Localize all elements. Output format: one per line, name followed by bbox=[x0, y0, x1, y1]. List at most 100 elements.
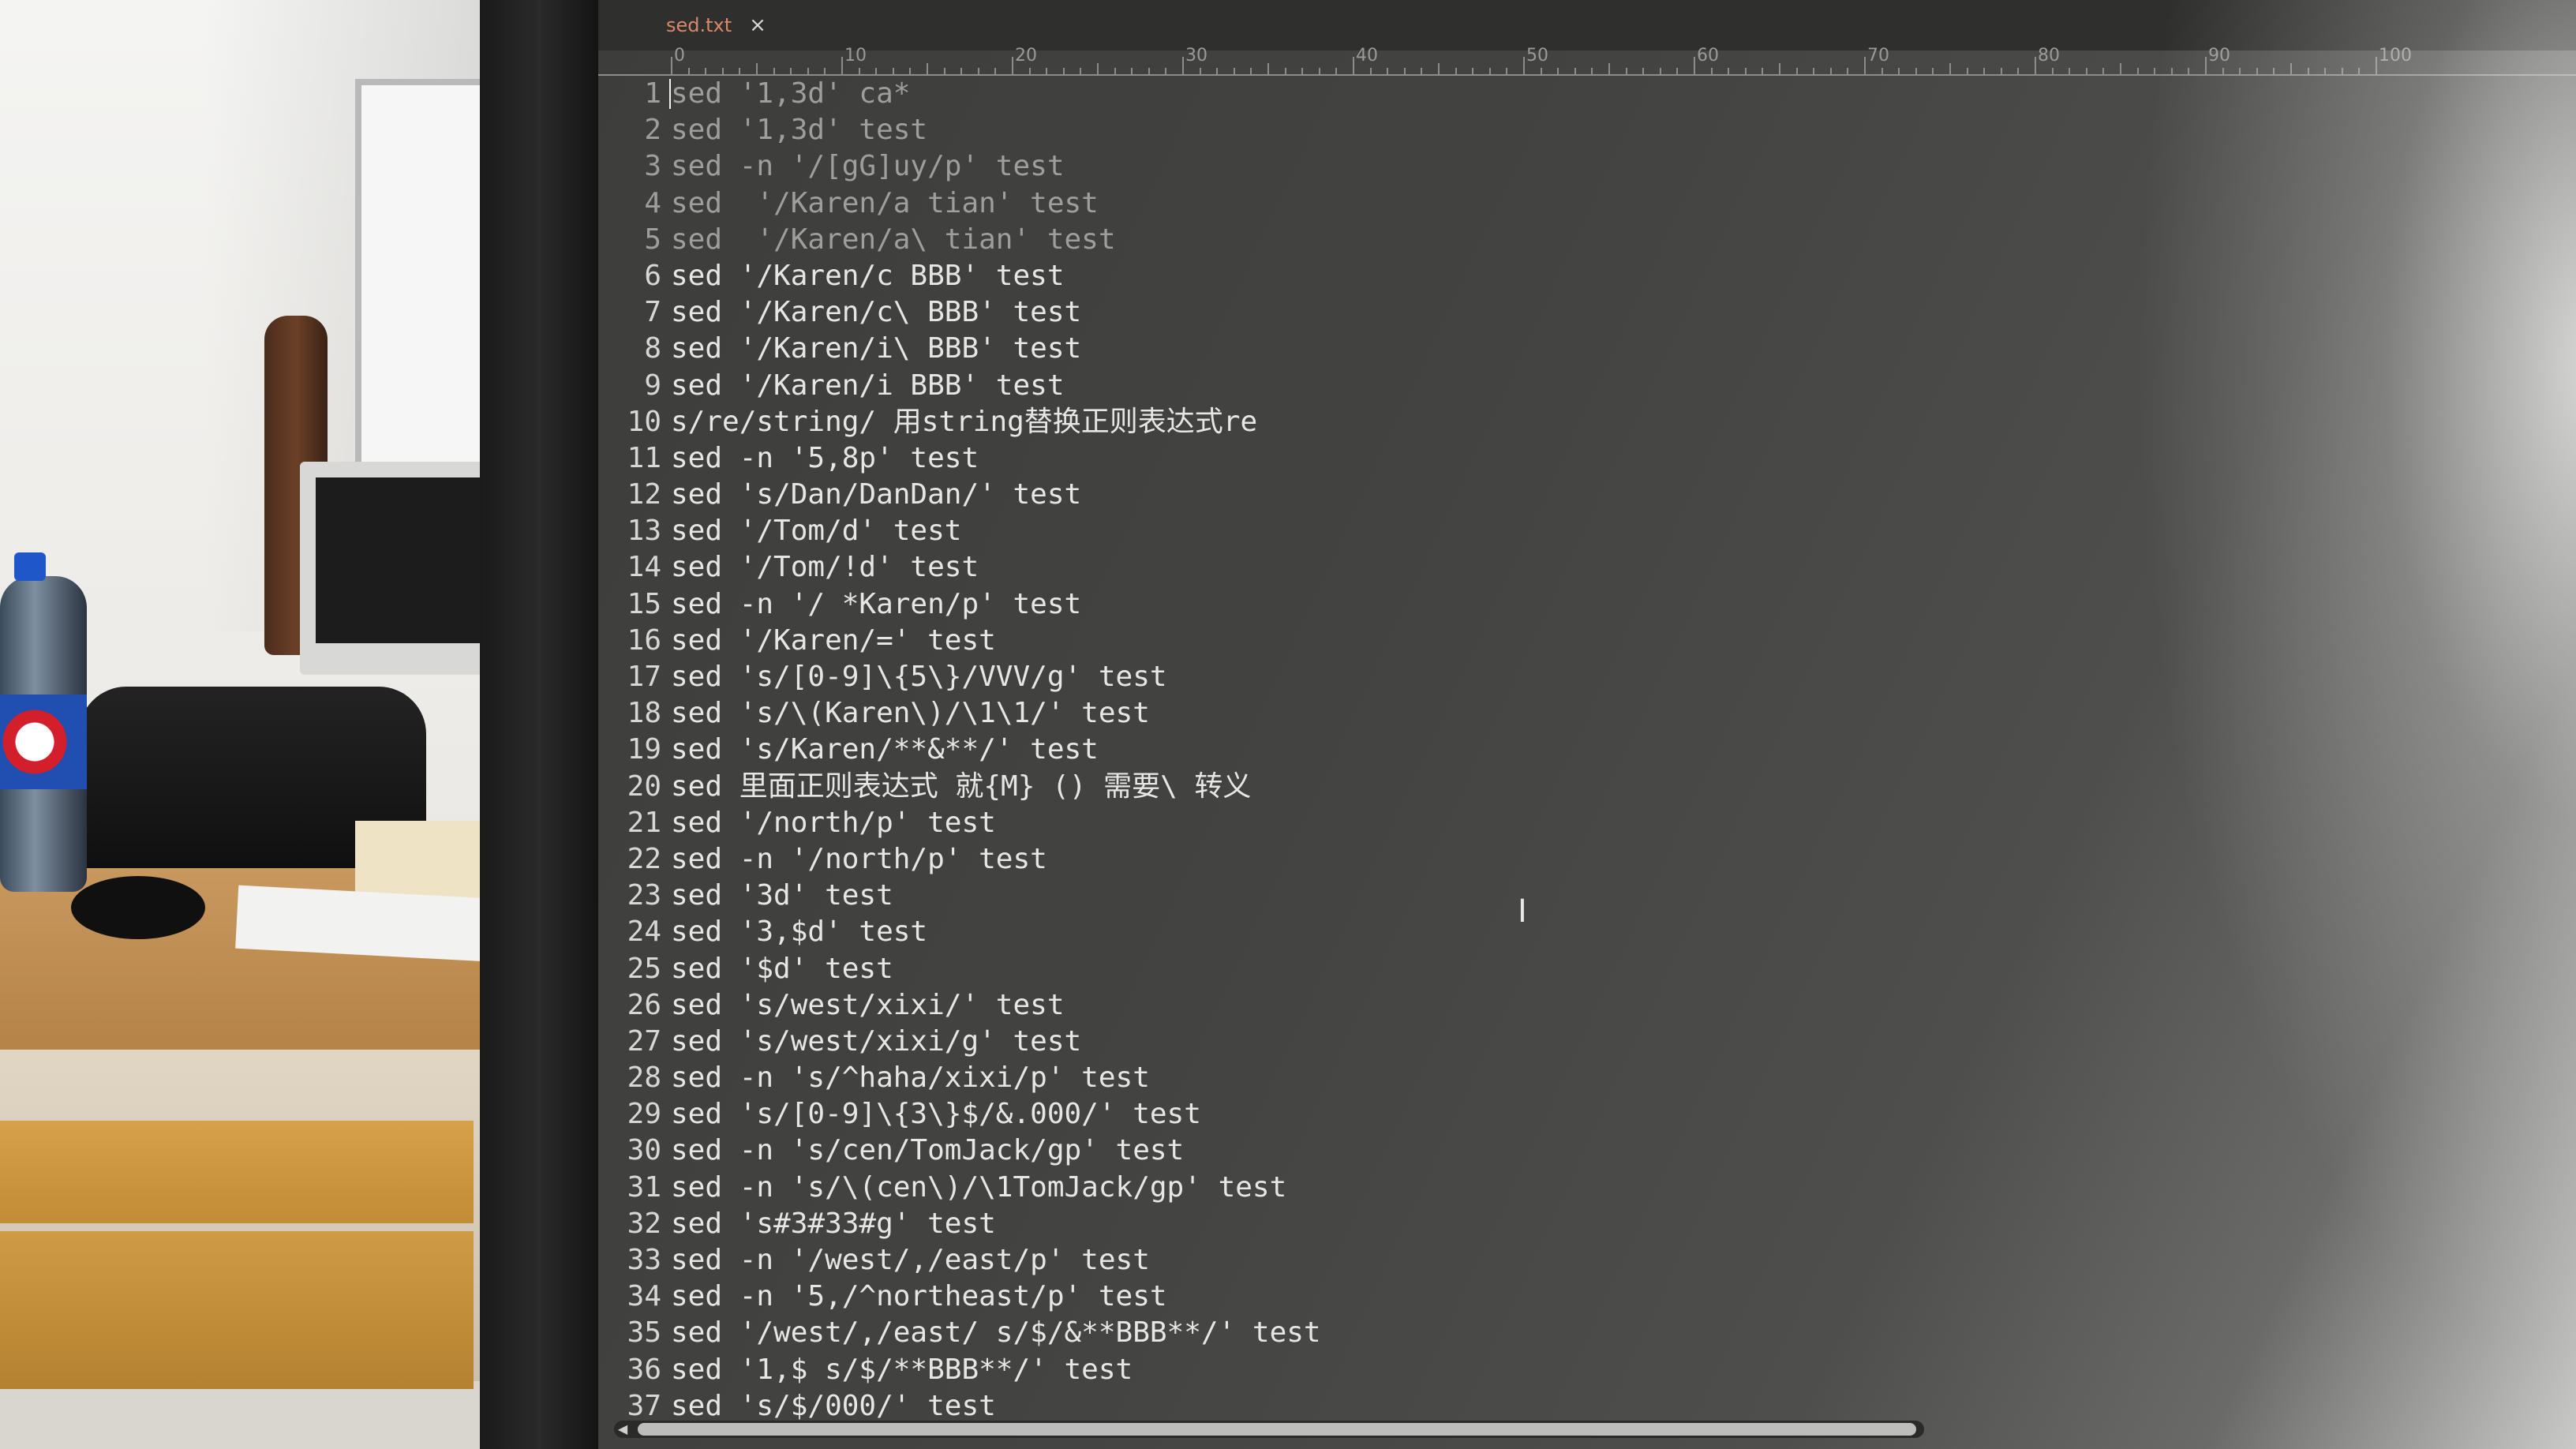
ibeam-cursor-icon: I bbox=[1518, 893, 1527, 930]
code-line[interactable]: 3 sed -n '/[gG]uy/p' test bbox=[598, 148, 2098, 185]
code-line[interactable]: 13 sed '/Tom/d' test bbox=[598, 513, 2098, 549]
ruler-tick bbox=[977, 68, 979, 74]
code-line[interactable]: 4 sed '/Karen/a tian' test bbox=[598, 185, 2098, 222]
code-line[interactable]: 16 sed '/Karen/=' test bbox=[598, 623, 2098, 659]
code-line[interactable]: 18 sed 's/\(Karen\)/\1\1/' test bbox=[598, 695, 2098, 732]
code-line[interactable]: 15 sed -n '/ *Karen/p' test bbox=[598, 586, 2098, 623]
line-text[interactable]: sed '/north/p' test bbox=[671, 805, 996, 841]
line-text[interactable]: sed '3,$d' test bbox=[671, 914, 927, 950]
line-text[interactable]: sed -n 's/\(cen\)/\1TomJack/gp' test bbox=[671, 1170, 1286, 1206]
code-line[interactable]: 8 sed '/Karen/i\ BBB' test bbox=[598, 331, 2098, 367]
line-text[interactable]: sed -n 's/^haha/xixi/p' test bbox=[671, 1060, 1150, 1096]
line-number: 17 bbox=[627, 661, 661, 693]
code-line[interactable]: 32 sed 's#3#33#g' test bbox=[598, 1206, 2098, 1242]
code-line[interactable]: 19 sed 's/Karen/**&**/' test bbox=[598, 732, 2098, 768]
code-line[interactable]: 14 sed '/Tom/!d' test bbox=[598, 549, 2098, 586]
line-text[interactable]: sed '/Tom/d' test bbox=[671, 513, 961, 549]
chevron-left-icon[interactable]: ◀ bbox=[614, 1421, 631, 1438]
ruler-label: 40 bbox=[1356, 46, 1378, 66]
line-text[interactable]: sed '/Karen/i\ BBB' test bbox=[671, 331, 1081, 367]
line-text[interactable]: sed -n '5,/^northeast/p' test bbox=[671, 1279, 1167, 1315]
line-text[interactable]: sed -n '5,8p' test bbox=[671, 440, 979, 477]
line-text[interactable]: sed '1,$ s/$/**BBB**/' test bbox=[671, 1352, 1133, 1388]
ruler-tick bbox=[1284, 68, 1286, 74]
line-text[interactable]: sed '/Karen/a\ tian' test bbox=[671, 222, 1116, 258]
code-line[interactable]: 36 sed '1,$ s/$/**BBB**/' test bbox=[598, 1352, 2098, 1388]
line-text[interactable]: s/re/string/ 用string替换正则表达式re bbox=[671, 404, 1257, 440]
code-line[interactable]: 26 sed 's/west/xixi/' test bbox=[598, 987, 2098, 1024]
ruler-tick bbox=[1591, 68, 1593, 74]
line-text[interactable]: sed '/Karen/c\ BBB' test bbox=[671, 294, 1081, 331]
line-text[interactable]: sed 's/west/xixi/g' test bbox=[671, 1024, 1081, 1060]
code-line[interactable]: 17 sed 's/[0-9]\{5\}/VVV/g' test bbox=[598, 659, 2098, 695]
code-line[interactable]: 35 sed '/west/,/east/ s/$/&**BBB**/' test bbox=[598, 1315, 2098, 1351]
line-text[interactable]: sed '/Karen/=' test bbox=[671, 623, 996, 659]
line-text[interactable]: sed 's/[0-9]\{3\}$/&.000/' test bbox=[671, 1096, 1201, 1133]
code-line[interactable]: 20 sed 里面正则表达式 就{M} () 需要\ 转义 bbox=[598, 769, 2098, 805]
code-line[interactable]: 6 sed '/Karen/c BBB' test bbox=[598, 258, 2098, 294]
code-line[interactable]: 37 sed 's/$/000/' test bbox=[598, 1388, 2098, 1425]
close-icon[interactable]: × bbox=[749, 13, 766, 37]
code-line[interactable]: 9 sed '/Karen/i BBB' test bbox=[598, 368, 2098, 404]
code-line[interactable]: 12 sed 's/Dan/DanDan/' test bbox=[598, 477, 2098, 513]
ruler-tick bbox=[705, 68, 707, 74]
code-line[interactable]: 29 sed 's/[0-9]\{3\}$/&.000/' test bbox=[598, 1096, 2098, 1133]
line-text[interactable]: sed '$d' test bbox=[671, 951, 893, 987]
line-text[interactable]: sed 's/Karen/**&**/' test bbox=[671, 732, 1099, 768]
line-text[interactable]: sed '/west/,/east/ s/$/&**BBB**/' test bbox=[671, 1315, 1321, 1351]
ruler-tick bbox=[773, 68, 775, 74]
scrollbar-thumb[interactable] bbox=[638, 1423, 1916, 1436]
code-area[interactable]: 1 sed '1,3d' ca* 2 sed '1,3d' test 3 sed -n '… bbox=[598, 76, 2098, 1425]
ruler-tick bbox=[1523, 57, 1525, 74]
line-text[interactable]: sed 's/\(Karen\)/\1\1/' test bbox=[671, 695, 1150, 732]
bottle-label-logo bbox=[0, 695, 87, 789]
code-line[interactable]: 1 sed '1,3d' ca* bbox=[598, 76, 2098, 112]
horizontal-scrollbar[interactable]: ◀ bbox=[614, 1421, 1924, 1438]
code-line[interactable]: 21 sed '/north/p' test bbox=[598, 805, 2098, 841]
code-line[interactable]: 2 sed '1,3d' test bbox=[598, 112, 2098, 148]
line-text[interactable]: sed 's/$/000/' test bbox=[671, 1388, 996, 1425]
line-text[interactable]: sed -n 's/cen/TomJack/gp' test bbox=[671, 1133, 1184, 1169]
code-line[interactable]: 24 sed '3,$d' test bbox=[598, 914, 2098, 950]
code-line[interactable]: 22 sed -n '/north/p' test bbox=[598, 841, 2098, 878]
line-text[interactable]: sed -n '/[gG]uy/p' test bbox=[671, 148, 1065, 185]
code-line[interactable]: 5 sed '/Karen/a\ tian' test bbox=[598, 222, 2098, 258]
line-text[interactable]: sed -n '/ *Karen/p' test bbox=[671, 586, 1081, 623]
code-line[interactable]: 34 sed -n '5,/^northeast/p' test bbox=[598, 1279, 2098, 1315]
line-text[interactable]: sed 's/Dan/DanDan/' test bbox=[671, 477, 1081, 513]
code-line[interactable]: 25 sed '$d' test bbox=[598, 951, 2098, 987]
code-line[interactable]: 10 s/re/string/ 用string替换正则表达式re bbox=[598, 404, 2098, 440]
code-line[interactable]: 30 sed -n 's/cen/TomJack/gp' test bbox=[598, 1133, 2098, 1169]
line-text[interactable]: sed -n '/north/p' test bbox=[671, 841, 1047, 878]
code-line[interactable]: 27 sed 's/west/xixi/g' test bbox=[598, 1024, 2098, 1060]
line-text[interactable]: sed '1,3d' ca* bbox=[671, 76, 910, 112]
line-number: 35 bbox=[627, 1316, 661, 1350]
line-text[interactable]: sed 's/west/xixi/' test bbox=[671, 987, 1065, 1024]
line-number: 31 bbox=[627, 1170, 661, 1204]
code-line[interactable]: 31 sed -n 's/\(cen\)/\1TomJack/gp' test bbox=[598, 1170, 2098, 1206]
ruler-label: 80 bbox=[2038, 46, 2060, 66]
line-text[interactable]: sed '/Karen/a tian' test bbox=[671, 185, 1099, 222]
code-line[interactable]: 33 sed -n '/west/,/east/p' test bbox=[598, 1242, 2098, 1279]
code-line[interactable]: 7 sed '/Karen/c\ BBB' test bbox=[598, 294, 2098, 331]
line-text[interactable]: sed '1,3d' test bbox=[671, 112, 927, 148]
tab-sed-txt[interactable]: sed.txt × bbox=[630, 0, 796, 51]
line-text[interactable]: sed 里面正则表达式 就{M} () 需要\ 转义 bbox=[671, 769, 1251, 805]
soda-bottle bbox=[0, 552, 87, 892]
code-line[interactable]: 28 sed -n 's/^haha/xixi/p' test bbox=[598, 1060, 2098, 1096]
ruler-tick bbox=[1728, 68, 1730, 74]
line-text[interactable]: sed 's#3#33#g' test bbox=[671, 1206, 996, 1242]
line-number: 30 bbox=[627, 1134, 661, 1167]
line-number: 12 bbox=[627, 478, 661, 511]
line-text[interactable]: sed -n '/west/,/east/p' test bbox=[671, 1242, 1150, 1279]
line-text[interactable]: sed '/Karen/i BBB' test bbox=[671, 368, 1065, 404]
line-text[interactable]: sed '3d' test bbox=[671, 878, 893, 914]
line-text[interactable]: sed '/Karen/c BBB' test bbox=[671, 258, 1065, 294]
ruler-tick bbox=[1335, 68, 1338, 74]
ruler-tick bbox=[1318, 68, 1320, 74]
line-text[interactable]: sed 's/[0-9]\{5\}/VVV/g' test bbox=[671, 659, 1167, 695]
code-line[interactable]: 23 sed '3d' test bbox=[598, 878, 2098, 914]
ruler-tick bbox=[1710, 68, 1713, 74]
code-line[interactable]: 11 sed -n '5,8p' test bbox=[598, 440, 2098, 477]
line-text[interactable]: sed '/Tom/!d' test bbox=[671, 549, 979, 586]
